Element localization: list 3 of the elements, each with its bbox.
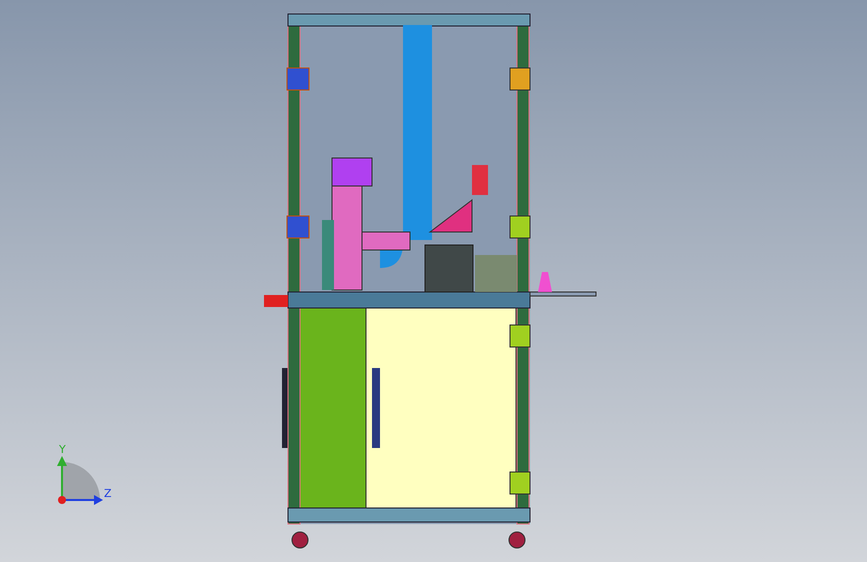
axis-triad-drawing xyxy=(57,456,103,505)
axis-label: Y xyxy=(59,443,66,456)
axis-label: Z xyxy=(104,487,112,500)
